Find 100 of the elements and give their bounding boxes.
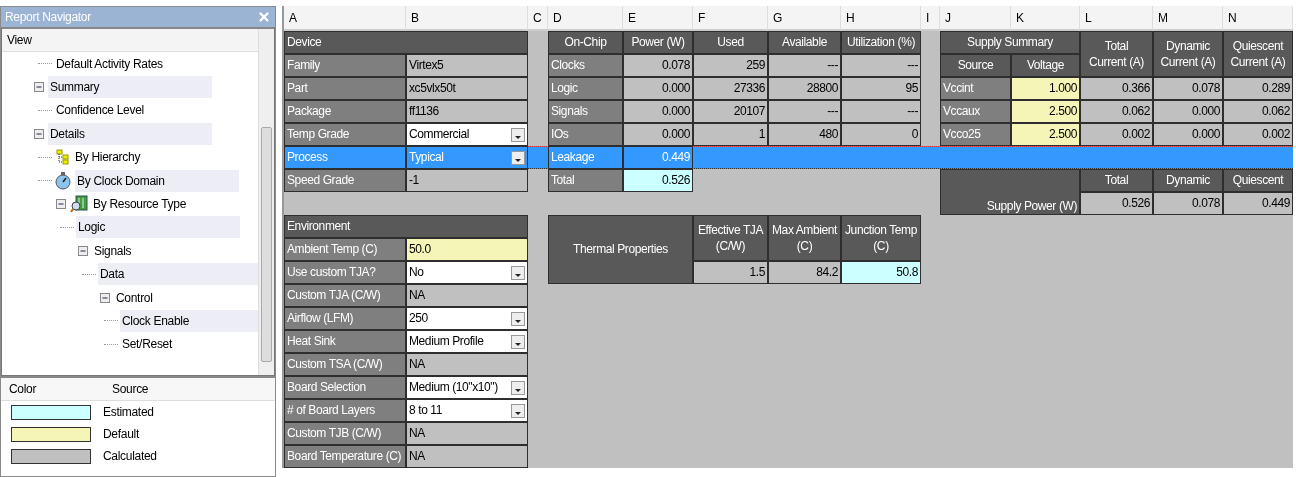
field-label: Part [284, 77, 406, 100]
legend-label: Calculated [103, 449, 157, 463]
tree-item[interactable]: Logic [76, 216, 240, 239]
table-cell: 0.078 [623, 54, 693, 77]
table-cell: 1 [693, 123, 768, 146]
field-label: Board Selection [284, 376, 406, 399]
table-cell: 0.062 [1223, 100, 1293, 123]
column-header: Quiescent Current (A) [1223, 31, 1293, 77]
field-label: Airflow (LFM) [284, 307, 406, 330]
column-header: Junction Temp (C) [841, 215, 921, 261]
dropdown-field[interactable]: 250 [406, 307, 528, 330]
field-label: Use custom TJA? [284, 261, 406, 284]
table-cell: --- [841, 100, 921, 123]
table-cell: 0.000 [623, 77, 693, 100]
column-header: Power (W) [623, 31, 693, 54]
section-header: Supply Summary [940, 31, 1080, 54]
section-header: Supply Power (W) [940, 169, 1080, 215]
stopwatch-icon [54, 171, 72, 190]
collapse-icon[interactable] [34, 128, 44, 139]
tree-item[interactable]: By Hierarchy [73, 146, 143, 169]
table-cell: 259 [693, 54, 768, 77]
field-label: Board Temperature (C) [284, 445, 406, 468]
input-field[interactable]: 2.500 [1011, 123, 1080, 146]
column-header: Color [8, 382, 38, 396]
field-label: Process [284, 146, 406, 169]
table-cell: 20107 [693, 100, 768, 123]
column-letter: G [768, 6, 841, 31]
table-cell: 0.000 [623, 123, 693, 146]
tree-item[interactable]: Data [98, 263, 258, 286]
row-label: Clocks [548, 54, 623, 77]
column-header: Source [940, 54, 1011, 77]
collapse-icon[interactable] [56, 199, 66, 210]
table-cell: 0.000 [623, 100, 693, 123]
field-label: # of Board Layers [284, 399, 406, 422]
tree-item[interactable]: Default Activity Rates [54, 52, 165, 75]
column-letter: N [1223, 6, 1293, 31]
close-button[interactable] [257, 10, 271, 24]
scrollbar[interactable] [258, 29, 274, 375]
column-header: Voltage [1011, 54, 1080, 77]
table-cell: NA [406, 422, 528, 445]
input-field[interactable]: 1.000 [1011, 77, 1080, 100]
dropdown-field[interactable]: No [406, 261, 528, 284]
table-cell: NA [406, 445, 528, 468]
column-header: Source [111, 382, 150, 396]
dropdown-field[interactable]: Commercial [406, 123, 528, 146]
tree-item[interactable]: Set/Reset [120, 333, 184, 356]
table-cell: 0.449 [1223, 192, 1293, 215]
column-letter: K [1011, 6, 1080, 31]
column-letter: J [940, 6, 1011, 31]
input-field[interactable]: 50.0 [406, 238, 528, 261]
row-label: Signals [548, 100, 623, 123]
table-cell: 0 [841, 123, 921, 146]
column-letter: E [623, 6, 693, 31]
legend-label: Default [103, 427, 139, 441]
field-label: Custom TSA (C/W) [284, 353, 406, 376]
field-label: Ambient Temp (C) [284, 238, 406, 261]
tree-item[interactable]: Control [114, 286, 178, 309]
table-cell: 27336 [693, 77, 768, 100]
table-cell: 28800 [768, 77, 841, 100]
row-label: IOs [548, 123, 623, 146]
collapse-icon[interactable] [100, 292, 110, 303]
field-label: Custom TJB (C/W) [284, 422, 406, 445]
table-cell: -1 [406, 169, 528, 192]
column-header: Utilization (%) [841, 31, 921, 54]
tree-item[interactable]: Details [48, 122, 212, 145]
column-letter: M [1153, 6, 1223, 31]
tree-item[interactable]: Summary [48, 76, 212, 99]
row-label: Vcco25 [940, 123, 1011, 146]
table-cell: 84.2 [768, 261, 841, 284]
row-label: Logic [548, 77, 623, 100]
table-cell: 0.526 [623, 169, 693, 192]
tree-item[interactable]: Confidence Level [54, 99, 146, 122]
column-letter: H [841, 6, 921, 31]
table-cell: 0.289 [1223, 77, 1293, 100]
table-cell: ff1136 [406, 100, 528, 123]
tree-item[interactable]: Signals [92, 239, 156, 262]
table-cell: 480 [768, 123, 841, 146]
tree-item[interactable]: By Clock Domain [75, 169, 239, 192]
tree-item[interactable]: Clock Enable [120, 310, 258, 332]
field-label: Heat Sink [284, 330, 406, 353]
field-label: Speed Grade [284, 169, 406, 192]
dropdown-field[interactable]: Medium Profile [406, 330, 528, 353]
column-header: Max Ambient (C) [768, 215, 841, 261]
collapse-icon[interactable] [78, 245, 88, 256]
column-letter: C [528, 6, 548, 31]
table-cell: 50.8 [841, 261, 921, 284]
tree-item[interactable]: By Resource Type [91, 193, 189, 216]
column-header: Total [1080, 169, 1153, 192]
column-letter: L [1080, 6, 1153, 31]
table-cell: 0.062 [1080, 100, 1153, 123]
table-cell: 0.002 [1223, 123, 1293, 146]
field-label: Family [284, 54, 406, 77]
column-letter: A [284, 6, 406, 31]
dropdown-field[interactable]: Medium (10"x10") [406, 376, 528, 399]
column-header: Dynamic Current (A) [1153, 31, 1223, 77]
column-header: Quiescent [1223, 169, 1293, 192]
dropdown-field[interactable]: 8 to 11 [406, 399, 528, 422]
collapse-icon[interactable] [34, 82, 44, 93]
input-field[interactable]: 2.500 [1011, 100, 1080, 123]
table-cell: --- [841, 54, 921, 77]
